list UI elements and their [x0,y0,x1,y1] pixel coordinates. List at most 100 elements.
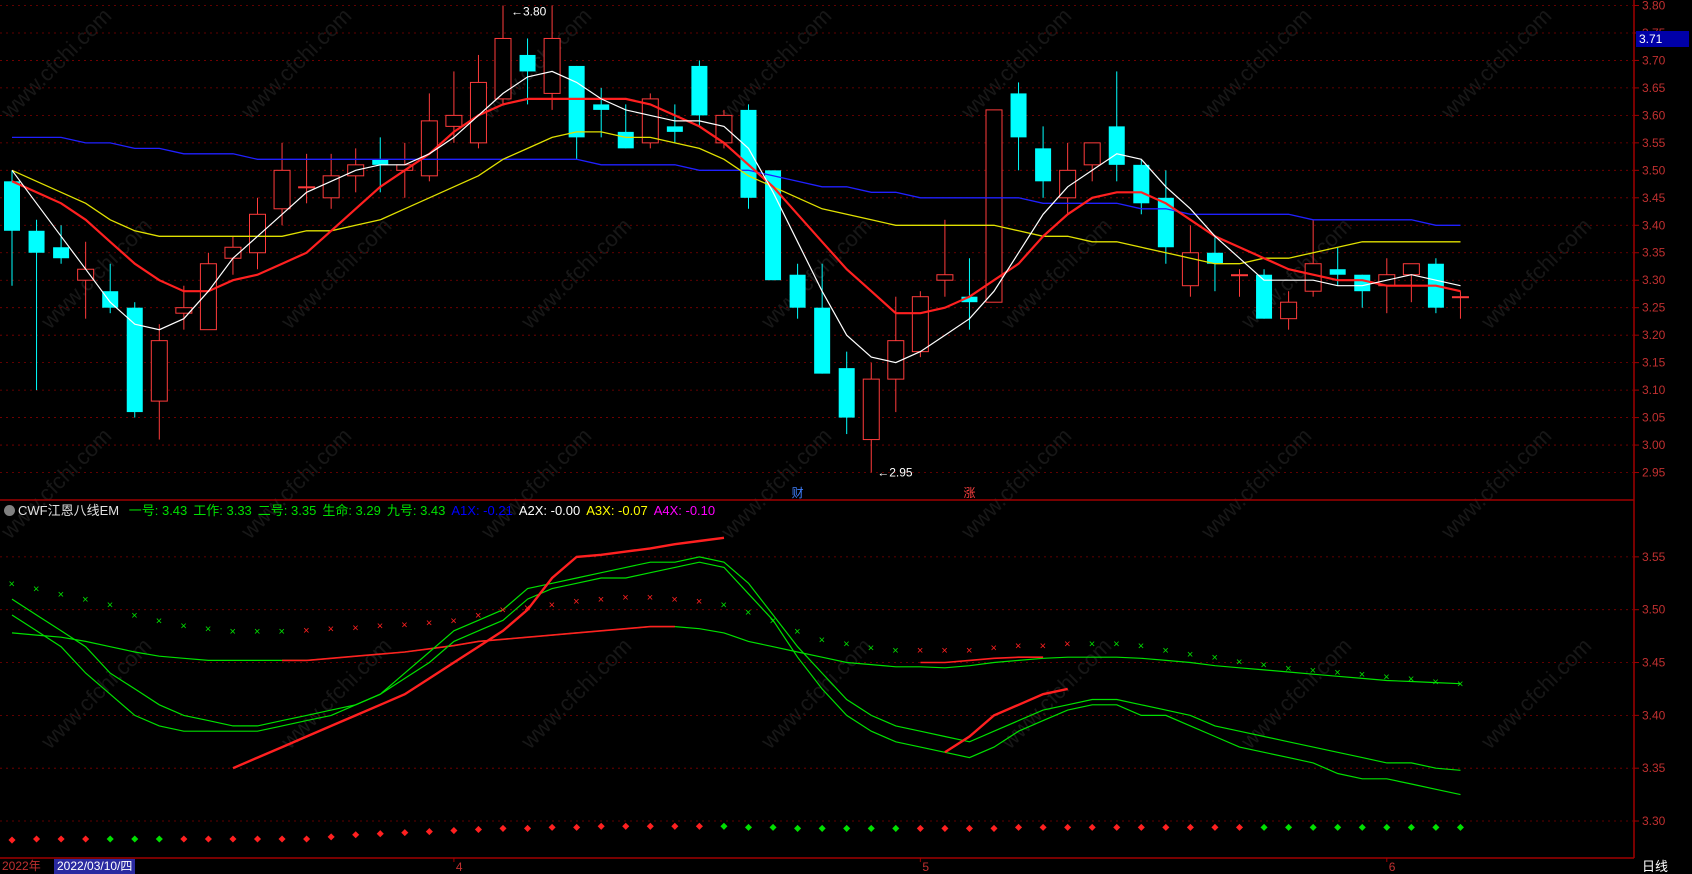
signal-dot [597,822,605,830]
x-marker: × [1187,649,1193,661]
candle [1451,291,1469,319]
indicator-toggle-icon[interactable] [4,505,15,516]
x-marker: × [1138,641,1144,653]
signal-dot [33,835,41,843]
x-marker: × [892,645,898,657]
candle-body [593,104,610,110]
x-marker: × [770,615,776,627]
indicator-tick-label: 3.55 [1642,550,1666,564]
candle-body [1108,126,1125,165]
candle [1181,225,1199,297]
candle [420,93,438,182]
signal-dot [1383,823,1391,831]
signal-dot [474,825,482,834]
x-marker: × [720,599,726,611]
price-tick-label: 3.55 [1642,136,1666,150]
watermark-text: www.cfchi.com [715,423,836,544]
candle [543,5,561,110]
watermark-text: www.cfchi.com [0,3,116,124]
candle-body [1231,274,1248,277]
year-label: 2022年 [2,859,41,873]
x-marker: × [401,619,407,631]
candle-body [1157,197,1174,248]
x-marker: × [107,599,113,611]
watermark-text: www.cfchi.com [515,633,636,754]
x-marker: × [377,621,383,633]
signal-dot [8,836,16,844]
price-tick-label: 3.70 [1642,53,1666,67]
high-annotation: ←3.80 [511,4,547,18]
candle-body [789,274,806,308]
candle [1231,269,1248,297]
x-marker: × [917,645,923,657]
x-marker: × [598,594,604,606]
x-marker: × [1285,663,1291,675]
candle [1083,142,1101,182]
event-marker: 涨 [963,485,975,500]
candle-body [543,37,561,94]
x-marker: × [1432,677,1438,689]
signal-dot [720,822,728,830]
candle [1010,82,1027,171]
x-marker: × [180,621,186,633]
x-marker: × [229,626,235,638]
candle-body [445,114,463,127]
signal-dot [622,822,630,830]
signal-dot [1334,823,1342,831]
period-tab[interactable]: 日线 [1642,859,1692,874]
indicator-legend-item: 九号: 3.43 [386,503,446,518]
signal-dot [867,824,875,832]
signal-dot [1432,823,1440,831]
price-tick-label: 3.10 [1642,383,1666,397]
candle [838,351,855,435]
signal-dot [204,835,212,843]
indicator-line-c-red [282,625,1044,664]
signal-dot [965,824,973,832]
candle-body [519,54,536,72]
x-marker: × [1334,667,1340,679]
signal-dot [769,823,777,831]
candle [224,236,242,275]
x-marker: × [33,584,39,596]
signal-dot [990,824,998,832]
watermark-text: www.cfchi.com [235,3,356,124]
x-marker: × [671,594,677,606]
candle-body [838,368,855,418]
indicator-name[interactable]: CWF江恩八线EM [18,503,119,518]
candle [936,219,954,297]
candle-body [28,230,45,253]
signal-dot [1113,823,1121,831]
month-label: 4 [456,860,463,874]
signal-dot [376,830,384,838]
x-marker: × [622,592,628,604]
x-marker: × [58,589,64,601]
candle-body [1010,93,1027,138]
signal-dot [1309,823,1317,831]
x-marker: × [819,634,825,646]
x-marker: × [1408,673,1414,685]
x-marker: × [156,615,162,627]
candle-body [1133,164,1150,204]
watermark-text: www.cfchi.com [1435,3,1556,124]
ma-line-blue [12,136,1461,226]
candle [150,324,168,440]
price-tick-label: 3.45 [1642,191,1666,205]
candle [1402,263,1420,303]
watermark-text: www.cfchi.com [955,423,1076,544]
candle-body [617,131,634,149]
candle [862,362,880,473]
candle-body [1329,269,1346,275]
watermark-text: www.cfchi.com [275,213,396,334]
signal-dot [155,835,163,843]
candle [298,153,316,204]
candle [985,109,1003,303]
x-marker: × [647,592,653,604]
signal-dot [401,829,409,837]
candle-body [691,65,708,116]
signal-dot [303,835,311,843]
candle-body [740,109,757,198]
watermark-text: www.cfchi.com [1235,633,1356,754]
price-tick-label: 2.95 [1642,466,1666,480]
month-label: 6 [1389,860,1396,874]
signal-dot [892,824,900,832]
